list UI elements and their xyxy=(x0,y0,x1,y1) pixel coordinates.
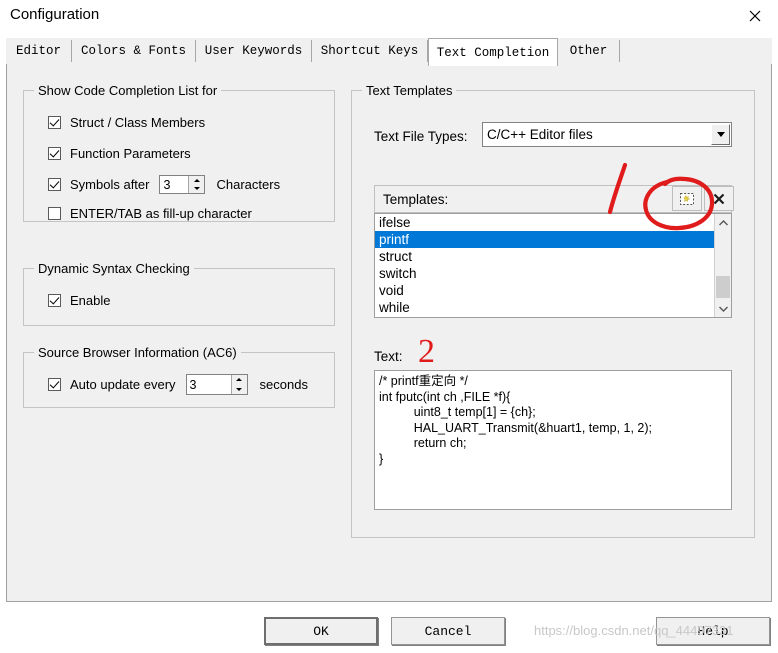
checkbox-label: ENTER/TAB as fill-up character xyxy=(70,206,252,221)
group-source-browser: Source Browser Information (AC6) Auto up… xyxy=(23,345,335,408)
stepper-up-icon[interactable] xyxy=(232,375,247,385)
checkbox-indicator xyxy=(48,294,61,307)
scroll-up-button[interactable] xyxy=(715,214,731,231)
templates-scrollbar[interactable] xyxy=(714,214,731,317)
checkbox-symbols-after[interactable]: Symbols after 3 Characters xyxy=(48,175,280,194)
scrollbar-thumb[interactable] xyxy=(716,276,730,298)
stepper-arrows[interactable] xyxy=(188,176,205,194)
checkbox-label: Function Parameters xyxy=(70,146,191,161)
list-item[interactable]: printf xyxy=(375,231,714,248)
templates-list-items: ifelse printf struct switch void while xyxy=(375,214,714,317)
group-source-browser-title: Source Browser Information (AC6) xyxy=(34,345,241,360)
symbols-after-suffix: Characters xyxy=(216,177,281,192)
tab-strip: Editor Colors & Fonts User Keywords Shortcu… xyxy=(6,38,772,66)
close-button[interactable] xyxy=(732,0,778,32)
tab-user-keywords[interactable]: User Keywords xyxy=(196,40,312,62)
dialog-body: Show Code Completion List for Struct / C… xyxy=(6,64,772,602)
tab-label: Shortcut Keys xyxy=(320,44,419,58)
checkbox-syntax-enable[interactable]: Enable xyxy=(48,293,110,308)
text-file-types-value: C/C++ Editor files xyxy=(487,127,593,142)
checkbox-indicator xyxy=(48,207,61,220)
list-item[interactable]: void xyxy=(375,282,714,299)
group-text-templates-title: Text Templates xyxy=(362,83,457,98)
checkbox-indicator xyxy=(48,147,61,160)
checkbox-struct-class-members[interactable]: Struct / Class Members xyxy=(48,115,205,130)
new-template-button[interactable] xyxy=(672,186,702,211)
tab-label: Other xyxy=(569,44,608,58)
group-code-completion-title: Show Code Completion List for xyxy=(34,83,222,98)
stepper-up-icon[interactable] xyxy=(189,176,204,185)
ok-button[interactable]: OK xyxy=(264,617,378,645)
auto-update-stepper[interactable]: 3 xyxy=(185,374,248,395)
tab-editor[interactable]: Editor xyxy=(6,40,72,62)
tab-text-completion[interactable]: Text Completion xyxy=(428,38,558,66)
checkbox-auto-update[interactable]: Auto update every 3 seconds xyxy=(48,374,308,395)
checkbox-label: Auto update every xyxy=(70,377,176,392)
tab-label: Editor xyxy=(15,44,61,58)
symbols-after-stepper[interactable]: 3 xyxy=(159,175,206,194)
checkbox-indicator xyxy=(48,178,61,191)
stepper-down-icon[interactable] xyxy=(189,185,204,194)
scroll-down-button[interactable] xyxy=(715,300,731,317)
close-icon xyxy=(749,10,761,22)
delete-template-icon xyxy=(713,193,725,204)
checkbox-indicator xyxy=(48,378,61,391)
stepper-down-icon[interactable] xyxy=(232,385,247,395)
list-item[interactable]: while xyxy=(375,299,714,316)
chevron-down-icon[interactable] xyxy=(711,124,730,145)
title-bar: Configuration xyxy=(0,0,778,36)
checkbox-label: Enable xyxy=(70,293,111,308)
group-code-completion: Show Code Completion List for Struct / C… xyxy=(23,83,335,222)
tab-other[interactable]: Other xyxy=(558,40,620,62)
text-label: Text: xyxy=(374,349,403,364)
checkbox-label: Struct / Class Members xyxy=(70,115,206,130)
symbols-after-value: 3 xyxy=(163,177,171,192)
checkbox-indicator xyxy=(48,116,61,129)
tab-label: User Keywords xyxy=(204,44,303,58)
stepper-arrows[interactable] xyxy=(230,375,247,395)
help-button[interactable]: Help xyxy=(656,617,770,645)
text-file-types-combo[interactable]: C/C++ Editor files xyxy=(482,122,732,147)
templates-label: Templates: xyxy=(383,191,449,207)
cancel-button[interactable]: Cancel xyxy=(391,617,505,645)
auto-update-suffix: seconds xyxy=(259,377,308,392)
window-title: Configuration xyxy=(10,6,100,23)
tab-colors-fonts[interactable]: Colors & Fonts xyxy=(72,40,196,62)
tab-label: Colors & Fonts xyxy=(80,44,187,58)
checkbox-enter-tab-fillup[interactable]: ENTER/TAB as fill-up character xyxy=(48,206,252,221)
text-file-types-label: Text File Types: xyxy=(374,129,468,144)
template-text-editor[interactable]: /* printf重定向 */ int fputc(int ch ,FILE *… xyxy=(374,370,732,510)
chevron-down-icon xyxy=(718,306,728,312)
group-text-templates: Text Templates Text File Types: C/C++ Ed… xyxy=(351,83,755,538)
delete-template-button[interactable] xyxy=(704,186,734,211)
list-item[interactable]: ifelse xyxy=(375,214,714,231)
checkbox-label: Symbols after xyxy=(70,177,150,192)
new-template-icon xyxy=(680,192,694,205)
group-dynamic-syntax: Dynamic Syntax Checking Enable xyxy=(23,261,335,326)
checkbox-function-parameters[interactable]: Function Parameters xyxy=(48,146,191,161)
group-dynamic-syntax-title: Dynamic Syntax Checking xyxy=(34,261,194,276)
chevron-up-icon xyxy=(718,219,728,225)
list-item[interactable]: switch xyxy=(375,265,714,282)
auto-update-value: 3 xyxy=(189,377,197,392)
list-item[interactable]: struct xyxy=(375,248,714,265)
tab-shortcut-keys[interactable]: Shortcut Keys xyxy=(312,40,428,62)
templates-listbox[interactable]: ifelse printf struct switch void while xyxy=(374,213,732,318)
tab-label: Text Completion xyxy=(436,45,550,60)
